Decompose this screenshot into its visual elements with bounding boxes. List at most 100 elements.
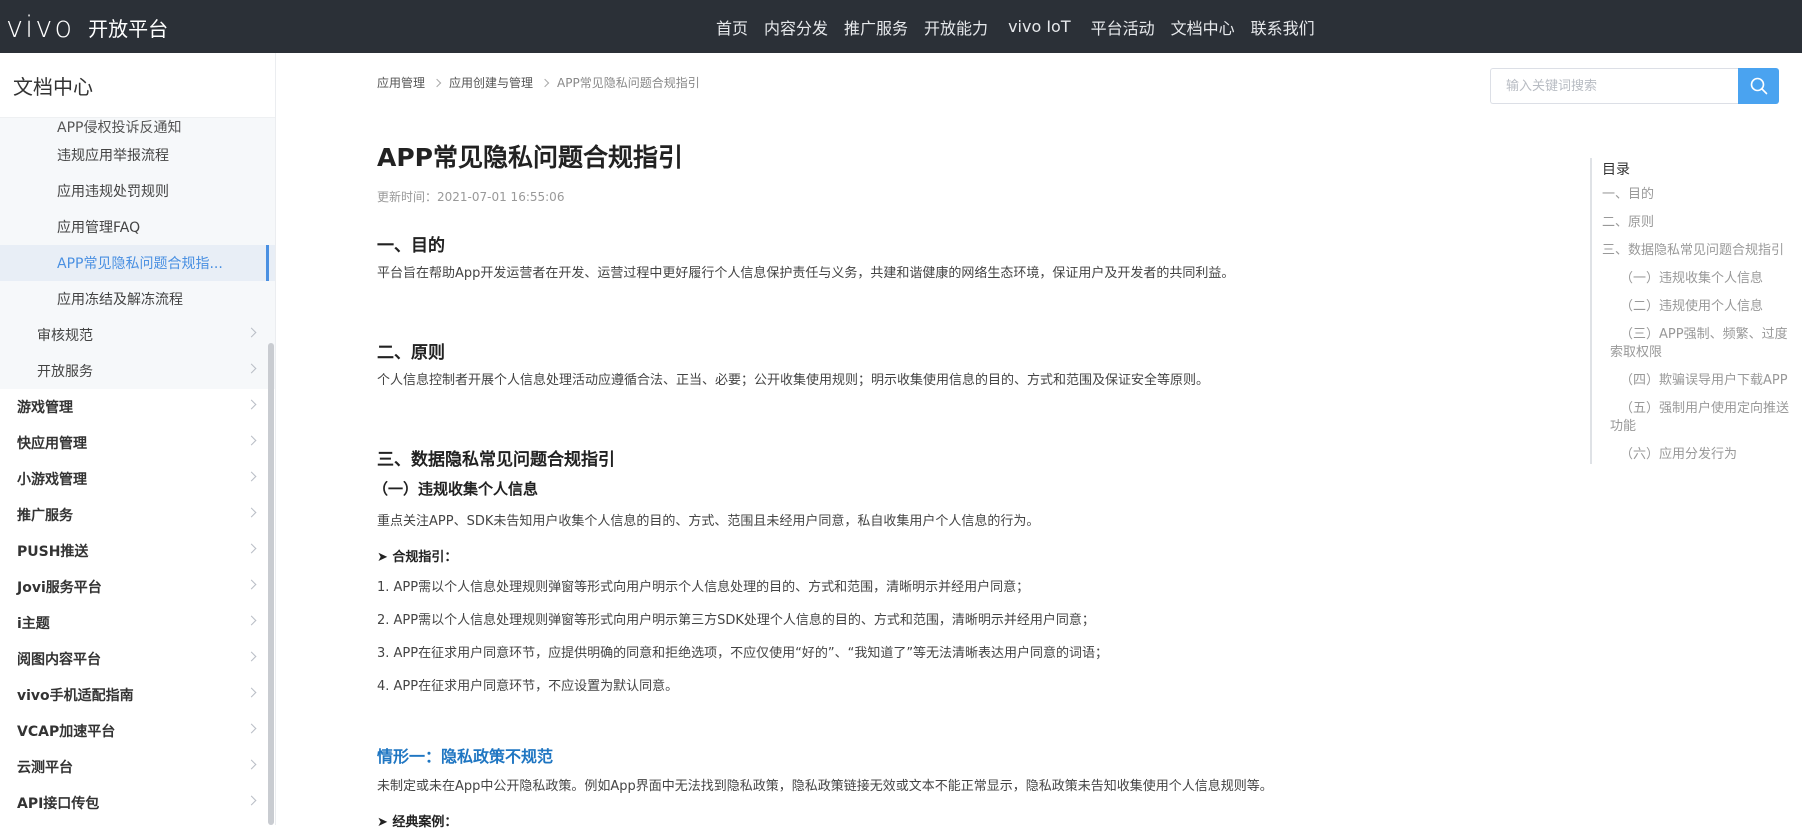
compliance-guide-label: ➤ 合规指引： xyxy=(377,550,458,565)
chevron-right-icon xyxy=(246,471,257,482)
search-button[interactable] xyxy=(1738,68,1779,104)
sidebar-scrollbar[interactable] xyxy=(268,343,274,825)
sidebar-submenu: APP侵权投诉反通知 违规应用举报流程 应用违规处罚规则 应用管理FAQ APP… xyxy=(0,118,275,389)
sidebar-item-label: 推广服务 xyxy=(17,508,73,524)
sidebar-title: 文档中心 xyxy=(0,53,275,118)
chevron-right-icon xyxy=(246,651,257,662)
sidebar-item-quickapp[interactable]: 快应用管理 xyxy=(0,425,275,461)
sidebar-item-privacy-guide[interactable]: APP常见隐私问题合规指... xyxy=(0,245,275,281)
breadcrumb-current: APP常见隐私问题合规指引 xyxy=(557,76,700,90)
breadcrumb: 应用管理 应用创建与管理 APP常见隐私问题合规指引 xyxy=(377,74,700,91)
top-navbar: vivo 开放平台 首页 内容分发 推广服务 开放能力 vivo IoT 平台活… xyxy=(0,0,1802,53)
chevron-right-icon xyxy=(246,435,257,446)
toc-item-distribution-behavior[interactable]: （六）应用分发行为 xyxy=(1592,446,1802,464)
nav-doc-center[interactable]: 文档中心 xyxy=(1171,15,1235,39)
toc-item-purpose[interactable]: 一、目的 xyxy=(1592,186,1802,204)
sidebar-item-game-management[interactable]: 游戏管理 xyxy=(0,389,275,425)
nav-open-capabilities[interactable]: 开放能力 xyxy=(924,15,988,39)
chevron-right-icon xyxy=(540,78,550,87)
nav-vivo-iot[interactable]: vivo IoT xyxy=(1008,17,1071,36)
sidebar-item-vcap[interactable]: VCAP加速平台 xyxy=(0,713,275,749)
case-one-title: 情形一：隐私政策不规范 xyxy=(377,747,554,766)
sidebar-item-label: vivo手机适配指南 xyxy=(17,688,134,704)
sidebar-item-jovi[interactable]: Jovi服务平台 xyxy=(0,569,275,605)
chevron-right-icon xyxy=(246,579,257,590)
search-icon xyxy=(1750,77,1767,95)
sidebar-item-violation-penalty[interactable]: 应用违规处罚规则 xyxy=(0,173,275,209)
sidebar-item-push[interactable]: PUSH推送 xyxy=(0,533,275,569)
doc-sidebar: 文档中心 APP侵权投诉反通知 违规应用举报流程 应用违规处罚规则 应用管理FA… xyxy=(0,53,276,825)
page-title: APP常见隐私问题合规指引 xyxy=(377,143,683,172)
sidebar-item-promotion[interactable]: 推广服务 xyxy=(0,497,275,533)
toc-item-principle[interactable]: 二、原则 xyxy=(1592,214,1802,232)
chevron-right-icon xyxy=(246,723,257,734)
sidebar-group-open-services[interactable]: 开放服务 xyxy=(0,353,275,389)
compliance-rule: 2. APP需以个人信息处理规则弹窗等形式向用户明示第三方SDK处理个人信息的目… xyxy=(377,613,1095,628)
nav-content-distribution[interactable]: 内容分发 xyxy=(764,15,828,39)
case-one-text: 未制定或未在App中公开隐私政策。例如App界面中无法找到隐私政策，隐私政策链接… xyxy=(377,779,1273,794)
chevron-right-icon xyxy=(246,795,257,806)
subsection-illegal-collection-text: 重点关注APP、SDK未告知用户收集个人信息的目的、方式、范围且未经用户同意，私… xyxy=(377,514,1040,529)
search-box xyxy=(1490,68,1779,104)
compliance-rule: 1. APP需以个人信息处理规则弹窗等形式向用户明示个人信息处理的目的、方式和范… xyxy=(377,580,1030,595)
toc-item-forced-push[interactable]: （五）强制用户使用定向推送功能 xyxy=(1592,400,1792,436)
main-nav: 首页 内容分发 推广服务 开放能力 vivo IoT 平台活动 文档中心 联系我… xyxy=(716,0,1331,53)
toc-item-illegal-use[interactable]: （二）违规使用个人信息 xyxy=(1592,298,1802,316)
sidebar-item-label: VCAP加速平台 xyxy=(17,724,116,740)
nav-promotion[interactable]: 推广服务 xyxy=(844,15,908,39)
chevron-right-icon xyxy=(246,615,257,626)
sidebar-group-review[interactable]: 审核规范 xyxy=(0,317,275,353)
sidebar-item-label: API接口传包 xyxy=(17,796,100,812)
toc-item-privacy-guide[interactable]: 三、数据隐私常见问题合规指引 xyxy=(1592,242,1802,260)
section-privacy-title: 三、数据隐私常见问题合规指引 xyxy=(377,450,615,470)
update-time: 更新时间：2021-07-01 16:55:06 xyxy=(377,190,565,204)
chevron-right-icon xyxy=(246,363,257,374)
compliance-rule: 3. APP在征求用户同意环节，应提供明确的同意和拒绝选项，不应仅使用“好的”、… xyxy=(377,646,1109,661)
sidebar-item-label: 游戏管理 xyxy=(17,400,73,416)
chevron-right-icon xyxy=(246,507,257,518)
section-purpose-text: 平台旨在帮助App开发运营者在开发、运营过程中更好履行个人信息保护责任与义务，共… xyxy=(377,266,1235,281)
compliance-rule: 4. APP在征求用户同意环节，不应设置为默认同意。 xyxy=(377,679,679,694)
sidebar-item-infringement-notice[interactable]: APP侵权投诉反通知 xyxy=(0,118,275,137)
sidebar-item-label: 云测平台 xyxy=(17,760,73,776)
sidebar-item-label: PUSH推送 xyxy=(17,544,89,560)
example-label: ➤ 经典案例： xyxy=(377,815,458,830)
chevron-right-icon xyxy=(246,327,257,338)
sidebar-item-adaptation-guide[interactable]: vivo手机适配指南 xyxy=(0,677,275,713)
sidebar-item-label: Jovi服务平台 xyxy=(17,580,102,596)
section-purpose-title: 一、目的 xyxy=(377,236,445,256)
toc-item-misleading-download[interactable]: （四）欺骗误导用户下载APP xyxy=(1592,372,1802,390)
breadcrumb-app-management[interactable]: 应用管理 xyxy=(377,74,425,91)
subsection-illegal-collection-title: （一）违规收集个人信息 xyxy=(373,480,539,498)
section-principle-text: 个人信息控制者开展个人信息处理活动应遵循合法、正当、必要；公开收集使用规则；明示… xyxy=(377,373,1210,388)
nav-contact[interactable]: 联系我们 xyxy=(1251,15,1315,39)
sidebar-item-api-upload[interactable]: API接口传包 xyxy=(0,785,275,821)
nav-home[interactable]: 首页 xyxy=(716,15,748,39)
sidebar-group-label: 开放服务 xyxy=(37,364,93,380)
logo-wordmark: vivo xyxy=(6,10,75,44)
toc-item-excessive-permissions[interactable]: （三）APP强制、频繁、过度索取权限 xyxy=(1592,326,1792,362)
sidebar-item-app-faq[interactable]: 应用管理FAQ xyxy=(0,209,275,245)
search-input[interactable] xyxy=(1490,68,1738,104)
table-of-contents: 目录 一、目的 二、原则 三、数据隐私常见问题合规指引 （一）违规收集个人信息 … xyxy=(1590,158,1802,464)
chevron-right-icon xyxy=(246,399,257,410)
breadcrumb-app-create-manage[interactable]: 应用创建与管理 xyxy=(449,74,533,91)
sidebar-item-freeze-unfreeze[interactable]: 应用冻结及解冻流程 xyxy=(0,281,275,317)
sidebar-item-itheme[interactable]: i主题 xyxy=(0,605,275,641)
sidebar-group-label: 审核规范 xyxy=(37,328,93,344)
sidebar-item-label: 阅图内容平台 xyxy=(17,652,101,668)
sidebar-item-label: 快应用管理 xyxy=(17,436,87,452)
sidebar-item-violation-report[interactable]: 违规应用举报流程 xyxy=(0,137,275,173)
sidebar-item-label: i主题 xyxy=(17,616,50,632)
chevron-right-icon xyxy=(246,687,257,698)
sidebar-item-reading-platform[interactable]: 阅图内容平台 xyxy=(0,641,275,677)
vivo-logo[interactable]: vivo 开放平台 xyxy=(6,10,168,44)
nav-platform-events[interactable]: 平台活动 xyxy=(1091,15,1155,39)
toc-title: 目录 xyxy=(1602,162,1630,178)
section-principle-title: 二、原则 xyxy=(377,343,445,363)
toc-item-illegal-collection[interactable]: （一）违规收集个人信息 xyxy=(1592,270,1802,288)
chevron-right-icon xyxy=(246,759,257,770)
chevron-right-icon xyxy=(432,78,442,87)
sidebar-item-cloud-test[interactable]: 云测平台 xyxy=(0,749,275,785)
sidebar-item-minigame[interactable]: 小游戏管理 xyxy=(0,461,275,497)
